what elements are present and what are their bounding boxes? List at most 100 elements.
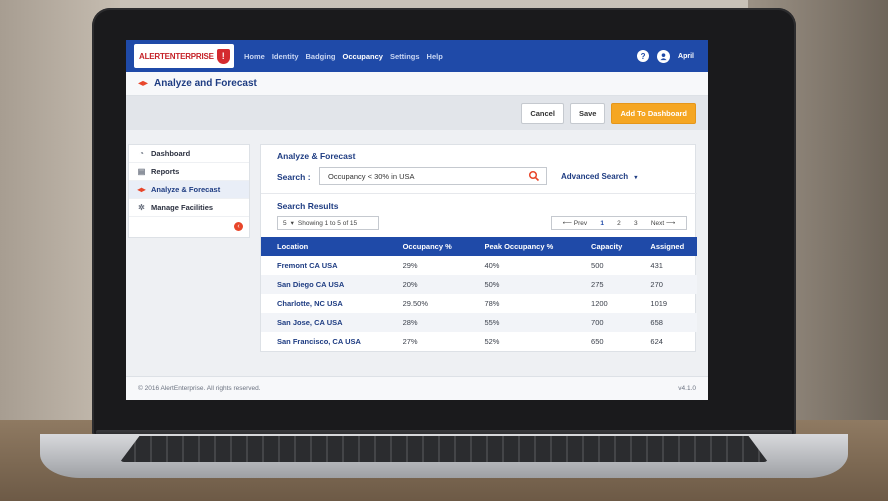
page-1-button[interactable]: 1 (600, 220, 604, 227)
peak-occupancy-cell: 55% (468, 313, 576, 332)
capacity-cell: 275 (575, 275, 635, 294)
next-label: Next (650, 220, 665, 227)
occupancy-cell: 29.50% (402, 299, 428, 308)
peak-occupancy-cell: 40% (484, 261, 500, 270)
assigned-cell: 658 (634, 313, 697, 332)
action-bar: Cancel Save Add To Dashboard (126, 96, 708, 130)
prev-label: Prev (573, 220, 588, 227)
arrow-left-icon: ⟵ (562, 220, 574, 227)
search-icon[interactable] (528, 170, 540, 182)
location-link[interactable]: San Francisco, CA USA (261, 332, 387, 351)
nav-item-occupancy[interactable]: Occupancy (343, 52, 383, 61)
sidebar-item-manage-facilities[interactable]: ✲ Manage Facilities (129, 199, 249, 217)
user-avatar-icon[interactable] (657, 49, 671, 63)
assigned-cell: 624 (650, 337, 663, 346)
add-to-dashboard-button[interactable]: Add To Dashboard (611, 102, 696, 124)
search-input[interactable] (328, 171, 518, 181)
showing-count: Showing 1 to 5 of 15 (297, 219, 358, 227)
cancel-button[interactable]: Cancel (521, 102, 564, 124)
peak-occupancy-cell: 52% (484, 337, 500, 346)
user-name[interactable]: April (678, 53, 694, 60)
nav-item-help[interactable]: Help (427, 52, 443, 61)
save-button[interactable]: Save (569, 102, 606, 124)
sidebar-item-label: Analyze & Forecast (151, 185, 221, 194)
table-row[interactable]: San Francisco, CA USA 27% 52% 650 624 (261, 332, 697, 351)
occupancy-cell: 29% (402, 261, 418, 270)
caret-down-icon: ▾ (290, 220, 294, 227)
column-header-location[interactable]: Location (261, 237, 387, 256)
page-size-select[interactable]: 5 ▾ Showing 1 to 5 of 15 (277, 216, 379, 230)
column-header-assigned[interactable]: Assigned (634, 237, 697, 256)
location-link[interactable]: San Diego CA USA (261, 275, 387, 294)
assigned-cell: 270 (634, 275, 697, 294)
column-header-occupancy[interactable]: Occupancy % (386, 237, 469, 256)
page-title: Analyze and Forecast (154, 78, 257, 89)
brand-logo[interactable]: ALERTENTERPRISE ! (134, 44, 234, 68)
logo-text: ALERTENTERPRISE (139, 51, 214, 61)
sidebar-item-label: Manage Facilities (151, 203, 214, 212)
page-2-button[interactable]: 2 (617, 220, 621, 227)
reports-icon: ▤ (137, 167, 146, 176)
column-header-peak-occupancy[interactable]: Peak Occupancy % (468, 237, 576, 256)
help-icon[interactable]: ? (637, 50, 650, 62)
table-row[interactable]: Fremont CA USA 29% 40% 500 431 (261, 256, 697, 275)
copyright-text: © 2016 AlertEnterprise. All rights reser… (138, 385, 261, 392)
dashboard-gauge-icon: ◔ (139, 149, 144, 158)
laptop-screen: ALERTENTERPRISE ! Home Identity Badging … (126, 40, 708, 400)
peak-occupancy-cell: 50% (468, 275, 576, 294)
analyze-arrows-icon: ◂▸ (137, 185, 146, 194)
advanced-search-toggle[interactable]: Advanced Search ▾ (561, 172, 637, 181)
assigned-cell: 1019 (650, 299, 668, 308)
occupancy-cell: 20% (386, 275, 469, 294)
sidebar-item-analyze-forecast[interactable]: ◂▸ Analyze & Forecast (129, 181, 249, 199)
assigned-cell: 431 (650, 261, 663, 270)
page-3-button[interactable]: 3 (634, 220, 638, 227)
arrow-right-icon: ⟶ (664, 220, 676, 227)
sidebar-item-reports[interactable]: ▤ Reports (129, 163, 249, 181)
gear-icon: ✲ (138, 203, 145, 212)
location-link[interactable]: Charlotte, NC USA (261, 294, 387, 313)
caret-down-icon: ▾ (634, 175, 638, 181)
sidebar: ◔ Dashboard ▤ Reports ◂▸ Analyze & Forec… (128, 144, 250, 238)
location-link[interactable]: Fremont CA USA (261, 256, 387, 275)
next-page-button[interactable]: Next ⟶ (651, 219, 676, 227)
results-table: Location Occupancy % Peak Occupancy % Ca… (261, 237, 697, 351)
occupancy-cell: 27% (402, 337, 418, 346)
sidebar-item-label: Reports (151, 167, 180, 176)
location-link[interactable]: San Jose, CA USA (261, 313, 387, 332)
analyze-forecast-panel: Analyze & Forecast Search : Advanced Sea… (260, 144, 697, 352)
pagination: ⟵ Prev 1 2 3 Next ⟶ (551, 216, 687, 230)
top-navbar: ALERTENTERPRISE ! Home Identity Badging … (126, 40, 708, 72)
nav-user-area: ? April (637, 49, 694, 63)
table-row[interactable]: Charlotte, NC USA 29.50% 78% 1200 1019 (261, 294, 697, 313)
nav-item-settings[interactable]: Settings (390, 52, 420, 61)
divider (261, 193, 697, 194)
capacity-cell: 1200 (591, 299, 608, 308)
search-results-title: Search Results (277, 201, 339, 211)
shield-logo-icon: ! (216, 48, 230, 64)
sidebar-item-dashboard[interactable]: ◔ Dashboard (129, 145, 249, 163)
analyze-arrows-icon: ◂▸ (138, 78, 149, 89)
page-header: ◂▸ Analyze and Forecast (126, 72, 708, 96)
collapse-sidebar-icon[interactable]: ‹ (234, 222, 243, 231)
nav-item-home[interactable]: Home (244, 52, 265, 61)
capacity-cell: 700 (575, 313, 635, 332)
panel-title: Analyze & Forecast (277, 151, 356, 161)
search-box (319, 167, 547, 185)
page-footer: © 2016 AlertEnterprise. All rights reser… (126, 376, 708, 400)
search-label: Search : (277, 172, 311, 182)
occupancy-cell: 28% (386, 313, 469, 332)
version-text: v4.1.0 (678, 385, 696, 392)
nav-item-identity[interactable]: Identity (272, 52, 299, 61)
nav-item-badging[interactable]: Badging (306, 52, 336, 61)
advanced-search-label: Advanced Search (561, 172, 629, 181)
prev-page-button[interactable]: ⟵ Prev (563, 219, 588, 227)
peak-occupancy-cell: 78% (484, 299, 500, 308)
table-row[interactable]: San Jose, CA USA 28% 55% 700 658 (261, 313, 697, 332)
sidebar-item-label: Dashboard (151, 149, 191, 158)
laptop-keyboard (120, 436, 768, 462)
page-size-value: 5 (283, 219, 287, 227)
table-row[interactable]: San Diego CA USA 20% 50% 275 270 (261, 275, 697, 294)
table-header-row: Location Occupancy % Peak Occupancy % Ca… (261, 237, 697, 256)
column-header-capacity[interactable]: Capacity (575, 237, 635, 256)
